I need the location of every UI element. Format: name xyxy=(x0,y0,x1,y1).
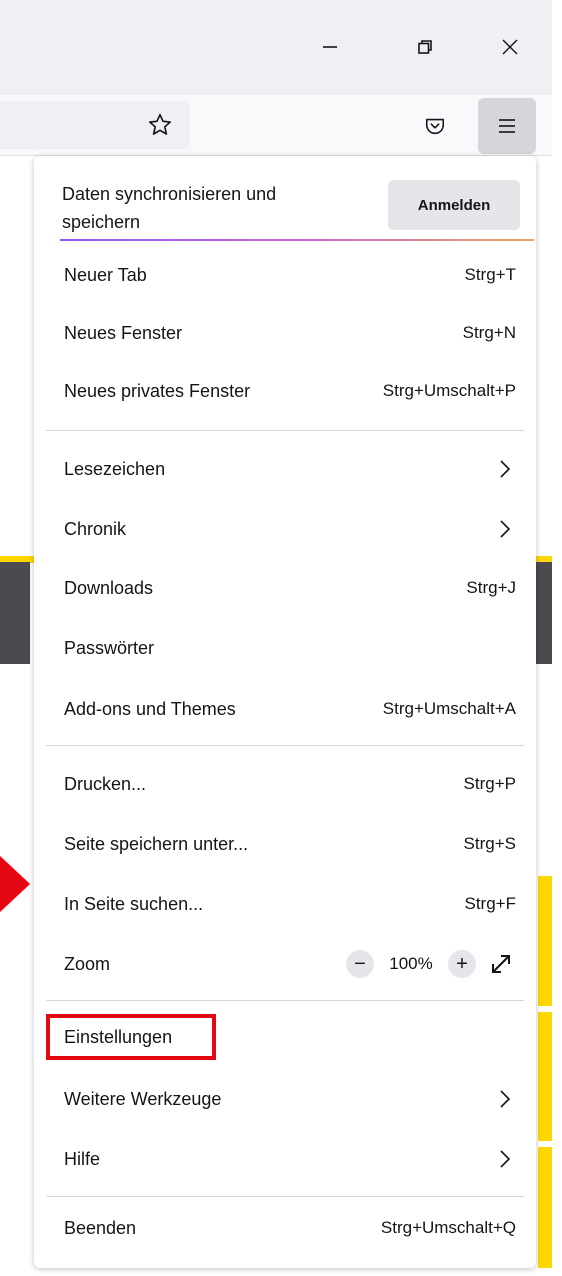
menu-item-new-tab[interactable]: Neuer Tab Strg+T xyxy=(48,248,522,302)
menu-item-label: Hilfe xyxy=(64,1148,101,1169)
menu-item-save-page[interactable]: Seite speichern unter... Strg+S xyxy=(48,817,522,871)
zoom-reset-button[interactable]: 100% xyxy=(374,954,448,974)
zoom-out-button[interactable]: − xyxy=(346,950,374,978)
menu-item-label: Lesezeichen xyxy=(64,458,166,479)
page-background-dark-right xyxy=(536,562,552,664)
chevron-right-icon xyxy=(494,1088,516,1110)
menu-item-label: Weitere Werkzeuge xyxy=(64,1088,222,1109)
minimize-button[interactable] xyxy=(305,20,355,74)
fullscreen-icon xyxy=(492,955,510,973)
menu-item-shortcut: Strg+P xyxy=(463,774,516,793)
sync-text: Daten synchronisieren und speichern xyxy=(62,184,277,232)
app-menu-button[interactable] xyxy=(478,98,536,154)
menu-item-label: Downloads xyxy=(64,577,154,598)
page-background-gap xyxy=(538,1141,552,1147)
menu-item-shortcut: Strg+N xyxy=(462,323,516,342)
settings-highlight-box xyxy=(46,1014,216,1060)
sign-in-button[interactable]: Anmelden xyxy=(388,180,520,230)
zoom-controls: − 100% + xyxy=(346,949,516,979)
menu-item-shortcut: Strg+S xyxy=(463,834,516,853)
menu-item-label: Beenden xyxy=(64,1217,137,1238)
title-bar xyxy=(0,0,552,95)
menu-separator xyxy=(46,745,524,746)
menu-item-shortcut: Strg+J xyxy=(466,578,516,597)
menu-item-label: Seite speichern unter... xyxy=(64,833,249,854)
menu-item-downloads[interactable]: Downloads Strg+J xyxy=(48,561,522,615)
pocket-button[interactable] xyxy=(415,108,455,144)
menu-item-more-tools[interactable]: Weitere Werkzeuge xyxy=(48,1072,522,1126)
menu-separator xyxy=(46,1000,524,1001)
pocket-icon xyxy=(425,118,445,135)
restore-button[interactable] xyxy=(400,20,450,74)
menu-item-print[interactable]: Drucken... Strg+P xyxy=(48,757,522,811)
fullscreen-button[interactable] xyxy=(486,949,516,979)
menu-item-label: Add-ons und Themes xyxy=(64,698,236,719)
menu-item-label: Neues privates Fenster xyxy=(64,380,251,401)
menu-item-shortcut: Strg+F xyxy=(464,894,517,913)
menu-item-new-private-window[interactable]: Neues privates Fenster Strg+Umschalt+P xyxy=(48,364,522,418)
menu-item-label: In Seite suchen... xyxy=(64,893,204,914)
menu-separator xyxy=(46,430,524,431)
app-menu-panel: Daten synchronisieren und speichern Anme… xyxy=(34,156,536,1268)
close-icon xyxy=(502,39,518,55)
menu-item-bookmarks[interactable]: Lesezeichen xyxy=(48,442,522,496)
menu-item-addons-themes[interactable]: Add-ons und Themes Strg+Umschalt+A xyxy=(48,682,522,736)
zoom-in-button[interactable]: + xyxy=(448,950,476,978)
menu-item-label: Neues Fenster xyxy=(64,322,183,343)
menu-item-label: Zoom xyxy=(64,953,111,974)
menu-item-shortcut: Strg+Umschalt+Q xyxy=(380,1218,516,1237)
menu-item-find-in-page[interactable]: In Seite suchen... Strg+F xyxy=(48,877,522,931)
chevron-right-icon xyxy=(494,1148,516,1170)
nav-toolbar xyxy=(0,95,552,156)
url-bar[interactable] xyxy=(0,101,190,149)
menu-item-shortcut: Strg+Umschalt+A xyxy=(382,699,516,718)
close-button[interactable] xyxy=(485,20,535,74)
page-background-gap xyxy=(538,1006,552,1012)
bookmark-star-button[interactable] xyxy=(140,109,180,141)
menu-item-label: Neuer Tab xyxy=(64,264,147,285)
page-background-yellow xyxy=(538,876,552,1268)
menu-separator xyxy=(46,1196,524,1197)
sync-section: Daten synchronisieren und speichern Anme… xyxy=(46,164,534,242)
menu-item-new-window[interactable]: Neues Fenster Strg+N xyxy=(48,306,522,360)
hamburger-icon xyxy=(499,119,515,133)
restore-icon xyxy=(418,40,432,54)
minimize-icon xyxy=(323,46,337,48)
sync-gradient-divider xyxy=(60,239,534,241)
star-icon xyxy=(149,113,171,135)
menu-item-label: Chronik xyxy=(64,518,127,539)
menu-item-help[interactable]: Hilfe xyxy=(48,1132,522,1186)
menu-item-label: Drucken... xyxy=(64,773,147,794)
chevron-right-icon xyxy=(494,518,516,540)
chevron-right-icon xyxy=(494,458,516,480)
pointer-arrow-icon xyxy=(0,856,30,912)
page-background-dark xyxy=(0,562,30,664)
menu-item-shortcut: Strg+T xyxy=(464,265,517,284)
menu-item-quit[interactable]: Beenden Strg+Umschalt+Q xyxy=(48,1201,522,1255)
menu-item-zoom: Zoom − 100% + xyxy=(48,937,522,991)
menu-item-passwords[interactable]: Passwörter xyxy=(48,621,522,675)
menu-item-shortcut: Strg+Umschalt+P xyxy=(382,381,516,400)
menu-item-history[interactable]: Chronik xyxy=(48,502,522,556)
menu-item-label: Passwörter xyxy=(64,637,155,658)
